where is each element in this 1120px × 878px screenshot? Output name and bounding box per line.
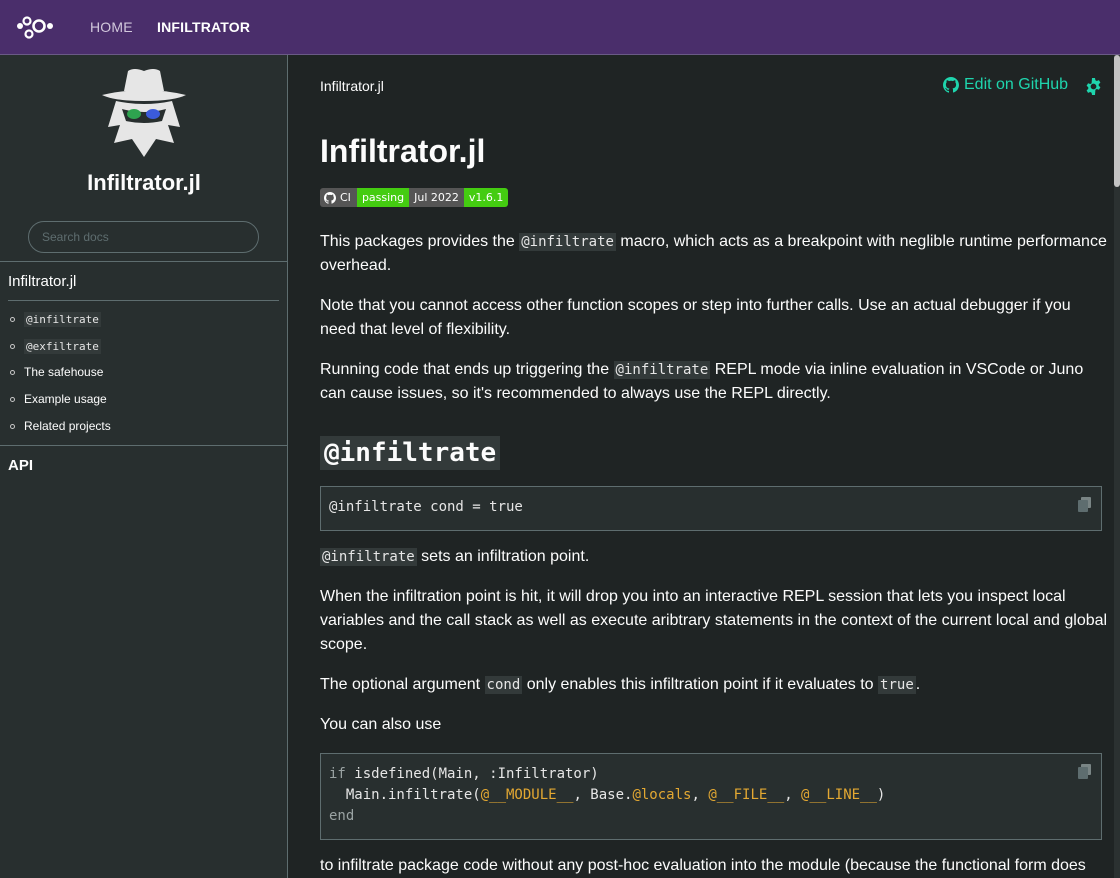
toc-item-api[interactable]: API — [8, 457, 33, 474]
bullet-icon — [10, 369, 15, 375]
code-block: @infiltrate cond = true — [320, 486, 1102, 531]
gear-icon[interactable] — [1085, 78, 1102, 95]
code-block: if isdefined(Main, :Infiltrator) Main.in… — [320, 753, 1102, 840]
toc-current-page[interactable]: Infiltrator.jl — [8, 273, 76, 290]
main-content: Infiltrator.jl Edit on GitHub Infiltrato… — [288, 55, 1114, 878]
toc-item-safehouse[interactable]: The safehouse — [10, 365, 103, 379]
toc-item-example-usage[interactable]: Example usage — [10, 392, 107, 406]
date-badge: Jul 2022 — [409, 188, 464, 207]
paragraph-infiltration-hit: When the infiltration point is hit, it w… — [320, 588, 1108, 653]
badges[interactable]: CI passing Jul 2022 v1.6.1 — [320, 188, 509, 207]
paragraph-optional-arg: The optional argument cond only enables … — [320, 676, 921, 694]
sidebar-divider — [0, 445, 288, 446]
bullet-icon — [10, 317, 15, 322]
sidebar-divider — [0, 261, 288, 262]
edit-on-github-label: Edit on GitHub — [964, 76, 1069, 93]
paragraph-note: Note that you cannot access other functi… — [320, 297, 1071, 338]
site-title[interactable]: Infiltrator.jl — [0, 170, 288, 196]
bullet-icon — [10, 423, 15, 429]
spy-mascot-icon — [102, 69, 186, 157]
ci-status-badge: passing — [356, 188, 410, 207]
section-heading-infiltrate[interactable]: @infiltrate — [320, 436, 501, 470]
github-icon — [324, 191, 336, 204]
nav-infiltrator-link[interactable]: INFILTRATOR — [157, 19, 250, 35]
toc-item-related-projects[interactable]: Related projects — [10, 419, 111, 433]
version-badge: v1.6.1 — [463, 188, 509, 207]
paragraph-sets-point: @infiltrate sets an infiltration point. — [320, 548, 590, 566]
toc-item-exfiltrate[interactable]: @exfiltrate — [10, 339, 101, 354]
bullet-icon — [10, 344, 15, 349]
inline-code: cond — [484, 676, 523, 694]
toc-divider — [8, 300, 279, 301]
edit-on-github-link[interactable]: Edit on GitHub — [943, 76, 1068, 94]
copy-icon[interactable] — [1078, 764, 1091, 779]
inline-code: @infiltrate — [613, 361, 711, 379]
inline-code: @infiltrate — [320, 548, 417, 566]
paragraph-running-code: Running code that ends up triggering the… — [320, 361, 1084, 402]
copy-icon[interactable] — [1078, 497, 1091, 512]
paragraph-intro: This packages provides the @infiltrate m… — [320, 233, 1107, 274]
github-icon — [943, 77, 959, 93]
scrollbar-thumb[interactable] — [1114, 55, 1120, 187]
page-title: Infiltrator.jl — [320, 133, 486, 169]
inline-code: true — [878, 676, 916, 694]
inline-code: @infiltrate — [519, 233, 616, 251]
paragraph-also-use: You can also use — [320, 716, 442, 733]
nav-home-link[interactable]: HOME — [90, 19, 133, 35]
ci-badge-label: CI — [320, 188, 357, 207]
bullet-icon — [10, 396, 15, 402]
scrollbar[interactable] — [1114, 55, 1120, 878]
breadcrumb[interactable]: Infiltrator.jl — [320, 78, 384, 94]
top-navbar: HOME INFILTRATOR — [0, 0, 1120, 55]
sidebar: Infiltrator.jl Infiltrator.jl @infiltrat… — [0, 55, 288, 878]
toc-item-infiltrate[interactable]: @infiltrate — [10, 312, 101, 327]
search-input[interactable] — [28, 221, 259, 253]
paragraph-package-code: to infiltrate package code without any p… — [320, 857, 1086, 874]
julia-logo-icon[interactable] — [15, 14, 55, 40]
